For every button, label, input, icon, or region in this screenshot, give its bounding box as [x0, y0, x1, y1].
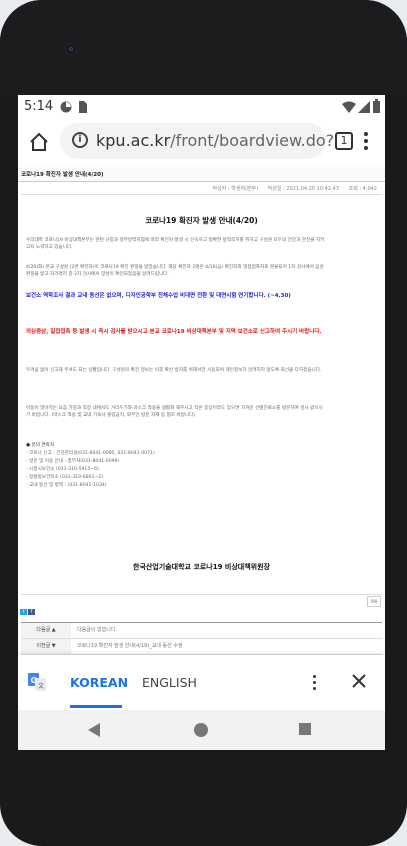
article-paragraph-1: 우리대학 코로나19 비상대책본부는 관련 규정과 정부방역지침에 따라 확진자…: [26, 238, 325, 250]
post-author: 작성자 : 학생처(본부): [212, 186, 259, 192]
contact-line-3: - 시흥시보건소 (031-310-5915~6): [26, 467, 99, 472]
article-title: 코로나19 확진자 발생 안내(4/20): [145, 216, 258, 225]
home-icon[interactable]: [28, 131, 50, 153]
svg-text:G: G: [31, 676, 38, 685]
status-bar: 5:14: [18, 95, 385, 119]
share-buttons: tf: [20, 598, 36, 617]
content-divider: [21, 594, 382, 595]
contact-line-5: - 교내 동선 및 방역 : (031-8041-1034): [26, 483, 107, 488]
cellular-signal-icon: [358, 101, 370, 113]
device-screen: 5:14 i kpu.ac.kr/front/boardview.do? 1 코…: [18, 95, 385, 750]
post-navigation: 다음글 ▲ 다음글이 없습니다. 이전글 ▼ 코로나19 확진자 발생 안내(4…: [21, 622, 382, 655]
site-info-icon[interactable]: i: [72, 132, 88, 148]
browser-toolbar: i kpu.ac.kr/front/boardview.do? 1: [18, 119, 385, 168]
article-paragraph-4: 이동이 많아지는 요즘 가정과 직장 내에서도 거리두기와 마스크 착용을 생활…: [26, 406, 323, 418]
close-icon[interactable]: [351, 673, 367, 689]
sim-card-icon: [79, 101, 87, 113]
phone-frame: 5:14 i kpu.ac.kr/front/boardview.do? 1 코…: [0, 0, 407, 846]
phone-bezel: [0, 0, 407, 95]
tab-korean[interactable]: KOREAN: [70, 675, 128, 690]
browser-menu-icon[interactable]: [363, 132, 369, 152]
wifi-icon: [342, 101, 356, 113]
contact-line-1: - 코로나 신고 : 건강관리실(031-8041-0085, 031-8041…: [26, 451, 155, 456]
article-paragraph-2: 4/20(화) 본교 구성원 (2번 확진자)이 코로나19 확진 판정을 받았…: [26, 265, 324, 277]
article-paragraph-3: 두려움 없이 신고해 주셔도 되는 상황입니다. 구성원의 확진 정보는 이후 …: [26, 368, 322, 373]
twitter-share-icon[interactable]: t: [20, 609, 27, 615]
front-camera: [64, 42, 78, 56]
google-translate-icon: G 文: [28, 673, 46, 691]
translate-bar: G 文 KOREAN ENGLISH: [18, 655, 385, 710]
post-views: 조회 : 4,042: [348, 186, 377, 192]
status-time: 5:14: [24, 99, 54, 114]
web-page-content: 코로나19 확진자 발생 안내(4/20) 작성자 : 학생처(본부) 작성일 …: [18, 167, 385, 655]
signature: 한국산업기술대학교 코로나19 비상대책위원장: [133, 563, 270, 571]
notice-red: 의심증상, 밀접접촉 등 발생 시 즉시 검사를 받으시고 본교 코로나19 비…: [26, 329, 322, 335]
home-nav-icon[interactable]: [194, 723, 208, 737]
svg-text:文: 文: [38, 682, 44, 690]
system-navigation-bar: [18, 710, 385, 750]
contact-heading: ● 문의 연락처: [26, 443, 55, 448]
facebook-share-icon[interactable]: f: [28, 609, 35, 615]
translate-more-icon[interactable]: [312, 675, 316, 691]
prev-post-label: 이전글 ▼: [21, 639, 71, 654]
next-post-label: 다음글 ▲: [21, 623, 71, 638]
notice-blue: 보건소 역학조사 결과 교내 동선은 없으며, 디자인공학부 전체수업 비대면 …: [26, 293, 291, 299]
post-meta: 작성자 : 학생처(본부) 작성일 : 2021.04.20 10:42:47 …: [205, 185, 378, 192]
url-text[interactable]: kpu.ac.kr/front/boardview.do?: [96, 131, 334, 150]
url-path: /front/boardview.do?: [170, 131, 335, 150]
url-host: kpu.ac.kr: [96, 131, 171, 150]
contact-line-4: - 정왕동보건지소 (031-310-6801~2): [26, 475, 104, 480]
tab-switcher-button[interactable]: 1: [335, 132, 353, 150]
list-button[interactable]: 목록: [367, 596, 381, 607]
recent-apps-icon[interactable]: [299, 723, 311, 735]
contact-line-2: - 방문 및 이용 안내 : 총무처(031-8041-0099): [26, 459, 120, 464]
active-tab-indicator: [70, 705, 122, 708]
prev-post-title[interactable]: 코로나19 확진자 발생 안내(4/19)_교내 동선 수정: [77, 639, 183, 654]
meta-divider: [21, 194, 382, 195]
back-icon[interactable]: [88, 723, 102, 737]
board-post-title: 코로나19 확진자 발생 안내(4/20): [21, 172, 104, 178]
next-post-title: 다음글이 없습니다.: [77, 627, 117, 633]
address-bar[interactable]: i kpu.ac.kr/front/boardview.do?: [60, 123, 334, 159]
battery-icon: [373, 99, 380, 113]
board-title-bar: 코로나19 확진자 발생 안내(4/20): [18, 167, 385, 182]
tab-english[interactable]: ENGLISH: [142, 675, 197, 690]
app-notification-icon: [60, 101, 72, 113]
prev-post-row[interactable]: 이전글 ▼ 코로나19 확진자 발생 안내(4/19)_교내 동선 수정: [21, 639, 382, 655]
next-post-row[interactable]: 다음글 ▲ 다음글이 없습니다.: [21, 623, 382, 639]
post-date: 작성일 : 2021.04.20 10:42:47: [267, 186, 340, 192]
